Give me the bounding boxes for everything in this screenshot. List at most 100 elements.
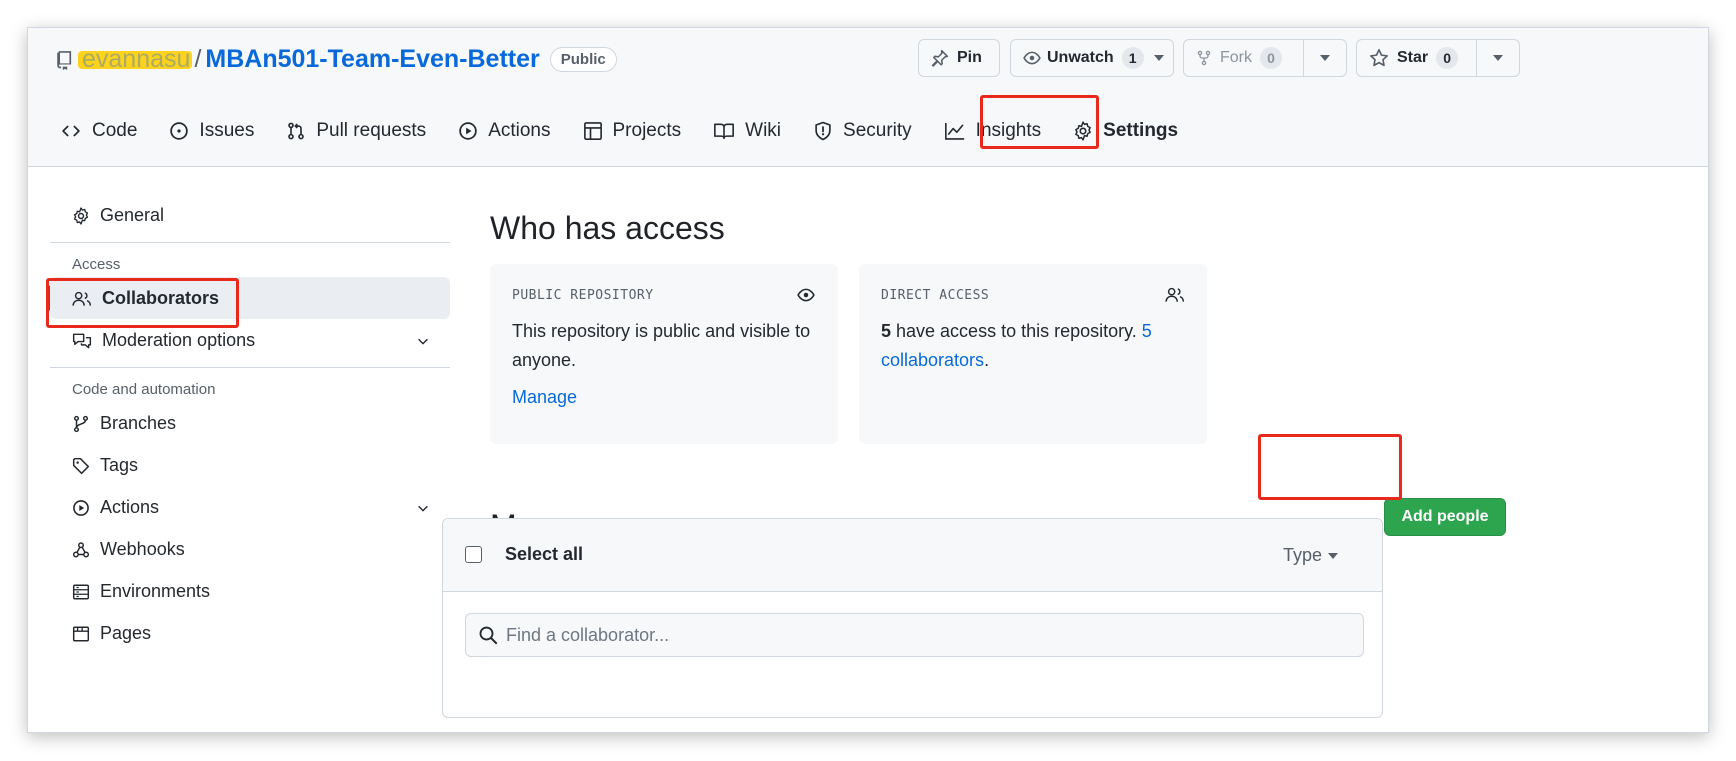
chevron-down-icon xyxy=(1493,55,1503,61)
sidebar-item-moderation[interactable]: Moderation options xyxy=(50,319,450,361)
star-button-group: Star 0 xyxy=(1356,39,1520,77)
sidebar-heading-code-automation: Code and automation xyxy=(72,380,216,398)
tab-issues[interactable]: Issues xyxy=(169,110,254,152)
server-icon xyxy=(72,581,100,602)
tab-security[interactable]: Security xyxy=(813,110,912,152)
tab-settings[interactable]: Settings xyxy=(1073,110,1178,152)
chevron-down-icon xyxy=(1328,552,1338,559)
tab-label: Projects xyxy=(612,120,682,141)
repo-icon xyxy=(56,45,74,74)
sidebar-item-label: Moderation options xyxy=(102,329,256,350)
tab-pull-requests[interactable]: Pull requests xyxy=(286,110,426,152)
tab-insights[interactable]: Insights xyxy=(944,110,1041,152)
tab-label: Security xyxy=(843,120,912,141)
repo-header: evannasu / MBAn501-Team-Even-Better Publ… xyxy=(28,28,1708,167)
comment-discussion-icon xyxy=(72,330,102,351)
sidebar-item-webhooks[interactable]: Webhooks xyxy=(50,528,450,570)
gear-icon xyxy=(1073,120,1103,142)
pull-request-icon xyxy=(286,120,316,142)
search-icon xyxy=(478,625,498,645)
sidebar-item-label: General xyxy=(100,204,165,225)
repo-name-link[interactable]: MBAn501-Team-Even-Better xyxy=(205,45,539,74)
unwatch-button[interactable]: Unwatch 1 xyxy=(1010,39,1174,77)
table-header: Select all Type xyxy=(443,519,1382,592)
period: . xyxy=(984,350,990,370)
tab-code[interactable]: Code xyxy=(60,110,137,152)
tab-label: Insights xyxy=(975,120,1042,141)
unwatch-label: Unwatch xyxy=(1047,49,1114,66)
type-filter-dropdown[interactable]: Type xyxy=(1283,545,1338,566)
sidebar-item-tags[interactable]: Tags xyxy=(50,444,450,486)
fork-icon xyxy=(1196,49,1212,67)
repo-owner-link[interactable]: evannasu xyxy=(78,45,193,74)
tab-label: Pull requests xyxy=(316,120,427,141)
pin-icon xyxy=(931,49,949,67)
manage-visibility-link[interactable]: Manage xyxy=(512,387,816,408)
card-title: PUBLIC REPOSITORY xyxy=(512,288,654,303)
branch-icon xyxy=(72,413,100,434)
settings-sidebar: General Access Collaborators Moderation … xyxy=(46,194,450,654)
fork-dropdown[interactable] xyxy=(1304,40,1346,76)
star-dropdown[interactable] xyxy=(1477,40,1519,76)
pin-button[interactable]: Pin xyxy=(918,39,1000,77)
browser-icon xyxy=(72,623,100,644)
fork-count: 0 xyxy=(1260,47,1282,69)
tab-projects[interactable]: Projects xyxy=(583,110,682,152)
add-people-button[interactable]: Add people xyxy=(1384,498,1506,536)
sidebar-item-general[interactable]: General xyxy=(50,194,450,236)
tab-wiki[interactable]: Wiki xyxy=(713,110,781,152)
graph-icon xyxy=(944,120,976,142)
star-icon xyxy=(1369,48,1389,68)
people-icon xyxy=(1165,286,1185,309)
card-text: 5 have access to this repository. 5 coll… xyxy=(881,317,1185,375)
repo-title: evannasu / MBAn501-Team-Even-Better Publ… xyxy=(56,44,617,74)
sidebar-heading-access: Access xyxy=(72,255,121,273)
star-label: Star xyxy=(1397,49,1429,66)
chevron-down-icon xyxy=(1153,55,1164,61)
fork-label: Fork xyxy=(1220,49,1252,66)
collaborators-table: Select all Type xyxy=(442,518,1383,718)
book-icon xyxy=(713,120,745,142)
fork-button[interactable]: Fork 0 xyxy=(1184,40,1303,76)
fork-button-group: Fork 0 xyxy=(1183,39,1347,77)
star-button[interactable]: Star 0 xyxy=(1357,40,1476,76)
people-icon xyxy=(72,288,102,309)
sidebar-item-collaborators[interactable]: Collaborators xyxy=(46,277,450,319)
divider xyxy=(50,242,450,243)
watch-count: 1 xyxy=(1121,47,1144,69)
pin-label: Pin xyxy=(957,49,982,66)
select-all-checkbox[interactable] xyxy=(465,546,482,563)
repo-tabs: Code Issues Pull requests Actions Projec… xyxy=(60,106,1210,156)
access-text: have access to this repository. xyxy=(891,321,1142,341)
code-icon xyxy=(60,120,92,142)
chevron-down-icon xyxy=(416,332,430,353)
sidebar-item-label: Webhooks xyxy=(100,538,185,559)
sidebar-item-label: Collaborators xyxy=(102,287,220,308)
tab-label: Settings xyxy=(1103,120,1179,141)
browser-frame: evannasu / MBAn501-Team-Even-Better Publ… xyxy=(27,27,1709,733)
tab-label: Code xyxy=(92,120,138,141)
sidebar-item-label: Actions xyxy=(100,496,160,517)
gear-icon xyxy=(72,205,100,226)
main-content: Who has access PUBLIC REPOSITORY This re… xyxy=(490,188,1520,556)
sidebar-item-pages[interactable]: Pages xyxy=(50,612,450,654)
sidebar-item-branches[interactable]: Branches xyxy=(50,402,450,444)
collaborator-search xyxy=(465,613,1364,657)
star-count: 0 xyxy=(1436,47,1459,69)
issue-icon xyxy=(169,120,199,142)
section-heading-who-has-access: Who has access xyxy=(490,210,725,246)
table-icon xyxy=(583,120,613,142)
chevron-down-icon xyxy=(416,499,430,520)
tab-actions[interactable]: Actions xyxy=(458,110,551,152)
webhook-icon xyxy=(72,539,100,560)
sidebar-item-actions[interactable]: Actions xyxy=(50,486,450,528)
play-icon xyxy=(72,497,100,518)
collaborator-search-input[interactable] xyxy=(506,624,1363,646)
type-filter-label: Type xyxy=(1282,545,1322,565)
sidebar-item-label: Branches xyxy=(100,412,177,433)
access-cards: PUBLIC REPOSITORY This repository is pub… xyxy=(490,264,1520,444)
sidebar-item-environments[interactable]: Environments xyxy=(50,570,450,612)
visibility-badge: Public xyxy=(549,46,617,72)
access-count: 5 xyxy=(881,321,892,341)
public-repository-card: PUBLIC REPOSITORY This repository is pub… xyxy=(490,264,838,444)
